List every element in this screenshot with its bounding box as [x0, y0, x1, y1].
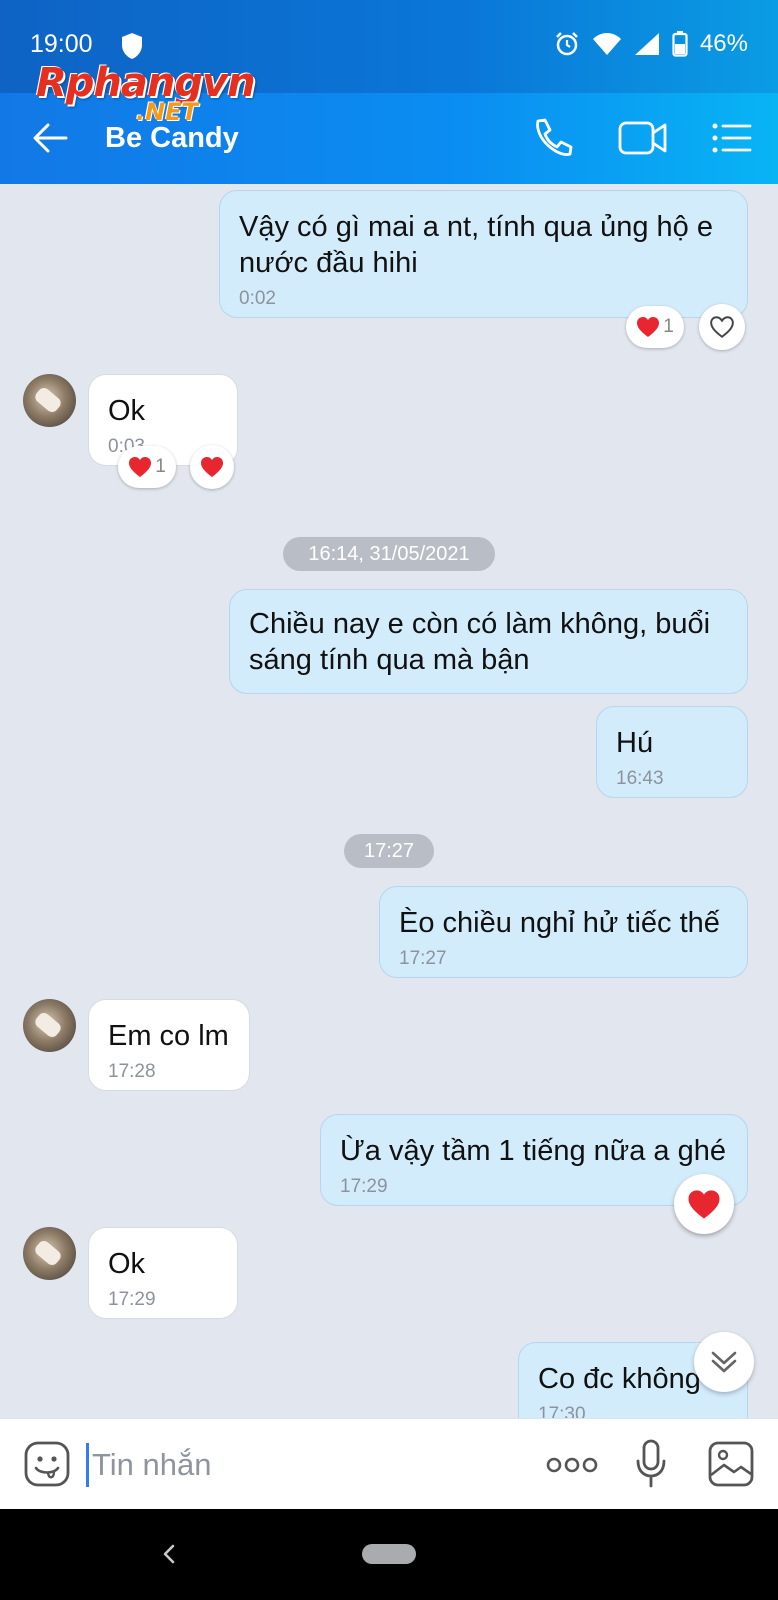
status-time: 19:00 [30, 30, 93, 58]
nav-home-pill[interactable] [362, 1544, 416, 1564]
message-text: Hú [616, 727, 654, 759]
signal-icon [634, 33, 659, 55]
message-input[interactable] [92, 1443, 512, 1487]
battery-percent: 46% [699, 30, 748, 57]
message-time: 16:43 [616, 768, 664, 789]
shield-icon [122, 33, 142, 59]
message-text: Chiều nay e còn có làm không, buổi sáng … [249, 608, 711, 676]
battery-icon [672, 31, 688, 57]
message-bubble-sent[interactable]: Hú 16:43 [596, 706, 748, 798]
message-bubble-received[interactable]: Em co lm 17:28 [88, 999, 250, 1091]
message-text: Ừa vậy tầm 1 tiếng nữa a ghé [340, 1135, 726, 1167]
reaction-count-badge[interactable]: 1 [118, 446, 176, 488]
more-dots-icon[interactable] [546, 1457, 598, 1473]
reaction-count-badge[interactable]: 1 [626, 306, 684, 348]
chat-title[interactable]: Be Candy [105, 122, 239, 155]
heart-icon [637, 317, 660, 337]
chat-header: 19:00 46% Rphangvn .NET Be Candy [0, 0, 778, 184]
message-text: Èo chiều nghỉ hử tiếc thế [399, 907, 720, 939]
back-arrow-icon[interactable] [30, 118, 70, 158]
scroll-to-bottom-button[interactable] [694, 1332, 754, 1392]
alarm-icon [556, 32, 578, 56]
microphone-icon[interactable] [634, 1439, 668, 1489]
message-bubble-received[interactable]: Ok 17:29 [88, 1227, 238, 1319]
image-icon[interactable] [708, 1441, 754, 1487]
message-time: 17:29 [108, 1289, 156, 1310]
wifi-icon [592, 33, 621, 55]
avatar[interactable] [23, 1227, 76, 1280]
date-separator: 17:27 [344, 834, 434, 868]
date-separator: 16:14, 31/05/2021 [283, 537, 495, 571]
message-text: Ok [108, 395, 146, 427]
avatar[interactable] [23, 999, 76, 1052]
react-button[interactable] [674, 1174, 734, 1234]
message-bubble-sent[interactable]: Vậy có gì mai a nt, tính qua ủng hộ e nư… [219, 190, 748, 318]
message-text: Co đc không [538, 1363, 701, 1395]
message-input-bar [0, 1418, 778, 1509]
react-button[interactable] [190, 445, 234, 489]
message-time: 17:30 [538, 1404, 586, 1418]
message-text: Ok [108, 1248, 146, 1280]
text-cursor [86, 1443, 89, 1487]
status-icons: 46% [554, 30, 748, 58]
phone-icon[interactable] [528, 116, 576, 160]
message-time: 17:29 [340, 1176, 388, 1197]
reaction-count: 1 [663, 316, 674, 337]
system-navigation-bar [0, 1509, 778, 1600]
heart-icon [688, 1189, 720, 1219]
message-time: 17:28 [108, 1061, 156, 1082]
message-bubble-sent[interactable]: Èo chiều nghỉ hử tiếc thế 17:27 [379, 886, 748, 978]
heart-icon [201, 457, 223, 477]
sticker-icon[interactable] [24, 1441, 70, 1487]
nav-back-icon[interactable] [155, 1537, 183, 1571]
heart-icon [129, 457, 152, 477]
avatar[interactable] [23, 374, 76, 427]
video-call-icon[interactable] [617, 116, 669, 160]
message-text: Vậy có gì mai a nt, tính qua ủng hộ e nư… [239, 211, 713, 279]
reaction-count: 1 [155, 456, 166, 477]
heart-outline-icon [710, 316, 734, 338]
message-text: Em co lm [108, 1020, 229, 1052]
message-bubble-sent[interactable]: Chiều nay e còn có làm không, buổi sáng … [229, 589, 748, 694]
chat-messages[interactable]: Vậy có gì mai a nt, tính qua ủng hộ e nư… [0, 184, 778, 1418]
menu-list-icon[interactable] [710, 116, 754, 160]
message-time: 17:27 [399, 948, 447, 969]
react-button[interactable] [699, 304, 745, 350]
chevron-double-down-icon [711, 1351, 737, 1373]
